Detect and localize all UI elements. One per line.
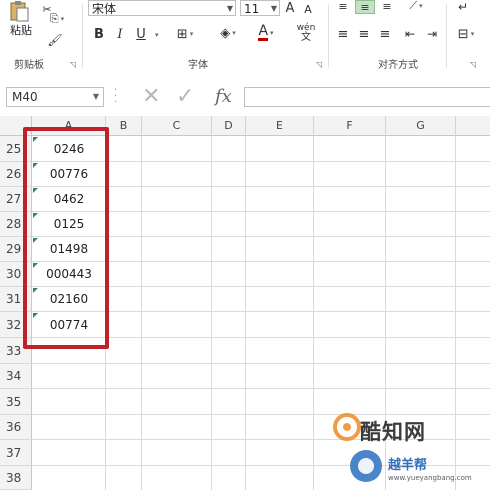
gridline — [313, 136, 314, 490]
gridline — [32, 388, 490, 389]
font-size-value: 11 — [244, 2, 260, 16]
chevron-down-icon: ▼ — [226, 4, 233, 13]
name-box[interactable]: M40 ▼ — [6, 87, 104, 107]
copy-icon[interactable]: ⎘ ▾ — [46, 12, 68, 26]
align-left-icon[interactable]: ≡ — [336, 26, 350, 42]
align-bottom-icon[interactable]: ≡ — [380, 0, 394, 13]
font-size-select[interactable]: 11 ▼ — [240, 0, 280, 16]
font-dialog-launcher-icon[interactable]: ◹ — [316, 60, 322, 69]
column-header-h[interactable] — [456, 116, 490, 136]
row-header[interactable]: 37 — [0, 440, 32, 466]
row-header[interactable]: 36 — [0, 415, 32, 440]
column-header-d[interactable]: D — [212, 116, 246, 136]
underline-button[interactable]: U — [134, 26, 148, 42]
watermark-brand: 酷知网 — [360, 420, 426, 444]
formula-bar: M40 ▼ · · · ✕ ✓ fx — [0, 78, 490, 114]
column-header-c[interactable]: C — [142, 116, 212, 136]
clipboard-group-label: 剪贴板 — [14, 60, 44, 71]
ribbon-separator — [82, 4, 83, 68]
italic-button[interactable]: I — [113, 26, 127, 42]
underline-chevron-down-icon[interactable]: ▾ — [155, 31, 159, 39]
gridline — [211, 136, 212, 490]
align-top-icon[interactable]: ≡ — [336, 0, 350, 13]
highlight-box — [23, 127, 109, 349]
merge-center-icon[interactable]: ⊟ ▾ — [452, 26, 480, 42]
enter-icon[interactable]: ✓ — [176, 84, 194, 109]
cancel-icon[interactable]: ✕ — [142, 84, 160, 109]
column-header-f[interactable]: F — [314, 116, 386, 136]
phonetic-guide-icon: 文 — [301, 32, 311, 43]
chevron-down-icon: ▼ — [270, 4, 277, 13]
align-right-icon[interactable]: ≡ — [378, 26, 392, 42]
gridline — [141, 136, 142, 490]
name-box-value: M40 — [12, 90, 38, 104]
paste-button[interactable]: 粘贴 — [10, 22, 32, 38]
watermark-site-logo-icon — [350, 450, 382, 482]
phonetic-guide-button[interactable]: wén 文 — [292, 24, 320, 43]
watermark: 酷知网 越羊帮 www.yueyangbang.com — [326, 408, 490, 490]
watermark-site-url: www.yueyangbang.com — [388, 474, 472, 482]
orientation-icon[interactable]: ⟋ ▾ — [404, 0, 428, 12]
clipboard-dialog-launcher-icon[interactable]: ◹ — [70, 60, 76, 69]
font-color-icon: A — [258, 23, 269, 41]
row-header[interactable]: 34 — [0, 364, 32, 389]
wrap-text-icon[interactable]: ↵ — [454, 0, 472, 14]
align-center-icon[interactable]: ≡ — [357, 26, 371, 42]
watermark-logo-icon — [333, 413, 361, 441]
chevron-down-icon[interactable]: ▼ — [93, 88, 99, 106]
format-painter-icon[interactable]: 🖌 — [46, 32, 64, 48]
column-header-e[interactable]: E — [246, 116, 314, 136]
ribbon: 粘贴 ✂ ⎘ ▾ 🖌 剪贴板 ◹ 宋体 ▼ 11 ▼ A A B I U ▾ ⊞ ▾… — [0, 0, 490, 79]
alignment-group-label: 对齐方式 — [378, 60, 418, 71]
gridline — [245, 136, 246, 490]
grow-font-button[interactable]: A — [283, 0, 297, 16]
paste-icon[interactable] — [8, 0, 30, 22]
borders-icon[interactable]: ⊞ ▾ — [172, 26, 198, 42]
font-group-label: 字体 — [188, 60, 208, 71]
watermark-site-name: 越羊帮 — [388, 458, 428, 473]
bold-button[interactable]: B — [92, 26, 106, 42]
gridline — [32, 363, 490, 364]
alignment-dialog-launcher-icon[interactable]: ◹ — [470, 60, 476, 69]
font-name-value: 宋体 — [92, 2, 117, 16]
formula-input[interactable] — [244, 87, 490, 107]
row-header[interactable]: 38 — [0, 466, 32, 490]
increase-indent-icon[interactable]: ⇥ — [424, 26, 440, 42]
fill-color-icon[interactable]: ◈ ▾ — [214, 24, 242, 42]
insert-function-icon[interactable]: fx — [215, 86, 232, 107]
font-name-select[interactable]: 宋体 ▼ — [88, 0, 236, 16]
ribbon-separator — [328, 4, 329, 68]
column-header-g[interactable]: G — [386, 116, 456, 136]
row-header[interactable]: 35 — [0, 389, 32, 415]
column-header-b[interactable]: B — [106, 116, 142, 136]
decrease-indent-icon[interactable]: ⇤ — [402, 26, 418, 42]
ribbon-separator — [446, 4, 447, 68]
formula-bar-resize-handle[interactable]: · · · — [114, 86, 117, 108]
align-middle-icon[interactable]: ≡ — [355, 0, 375, 14]
shrink-font-button[interactable]: A — [302, 2, 314, 16]
font-color-button[interactable]: A ▾ — [252, 24, 280, 42]
